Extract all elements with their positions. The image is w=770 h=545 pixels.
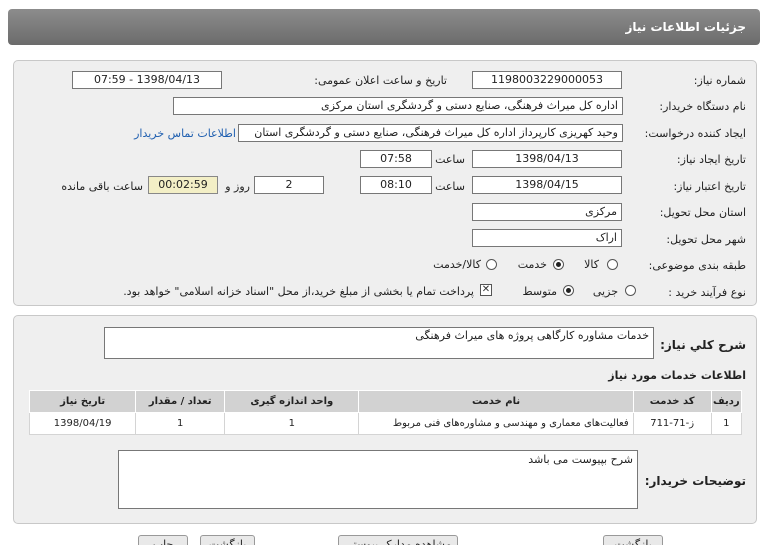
buyer-field: اداره کل میراث فرهنگی، صنایع دستی و گردش…	[173, 97, 623, 115]
summary-label: شرح کلي نیاز:	[660, 338, 746, 352]
process-option-medium: متوسط	[522, 285, 557, 298]
cell-service-name: فعالیت‌های معماری و مهندسی و مشاوره‌های …	[358, 412, 634, 435]
header-row-num: ردیف	[710, 390, 743, 413]
process-radio-medium[interactable]	[563, 285, 574, 296]
create-time-label: ساعت	[435, 153, 465, 166]
remaining-time-field: 00:02:59	[148, 176, 218, 194]
buyer-notes-field: شرح بپیوست می باشد	[118, 450, 638, 509]
province-label: استان محل تحویل:	[659, 206, 746, 219]
cell-quantity: 1	[135, 412, 226, 435]
province-field: مرکزی	[472, 203, 622, 221]
header-need-date: تاریخ نیاز	[28, 390, 137, 413]
services-table: ردیف کد خدمت نام خدمت واحد اندازه گیری ت…	[28, 390, 743, 435]
need-number-label: شماره نیاز:	[693, 74, 746, 87]
services-section-title: اطلاعات خدمات مورد نیاز	[608, 369, 746, 382]
days-label: روز و	[225, 180, 250, 193]
page-title-bar: جزئیات اطلاعات نیاز	[8, 9, 760, 45]
process-option-minor: جزیی	[592, 285, 618, 298]
category-option-goods-service: کالا/خدمت	[433, 258, 481, 271]
buyer-notes-label: توضیحات خریدار:	[644, 474, 746, 488]
buyer-label: نام دستگاه خریدار:	[659, 100, 746, 113]
requester-field: وحید کهریزی کارپرداز اداره کل میراث فرهن…	[238, 124, 623, 142]
cell-service-code: ز-71-711	[632, 412, 712, 435]
city-field: اراک	[472, 229, 622, 247]
need-number-field: 1198003229000053	[472, 71, 622, 89]
back-button[interactable]: بازگشت	[603, 535, 663, 545]
summary-field: خدمات مشاوره کارگاهی پروژه های میراث فره…	[104, 327, 654, 359]
create-time-field: 07:58	[360, 150, 432, 168]
category-radio-goods[interactable]	[607, 259, 618, 270]
header-service-name: نام خدمت	[358, 390, 634, 413]
services-header-row: ردیف کد خدمت نام خدمت واحد اندازه گیری ت…	[28, 390, 743, 413]
payment-note: پرداخت تمام یا بخشی از مبلغ خرید،از محل …	[123, 285, 474, 298]
contact-buyer-link[interactable]: اطلاعات تماس خریدار	[134, 127, 236, 140]
category-option-service: خدمت	[517, 258, 547, 271]
remaining-days-field: 2	[254, 176, 324, 194]
view-attachments-button[interactable]: مشاهده مدارک پیوستی (1)	[338, 535, 458, 545]
category-option-goods: کالا	[584, 258, 599, 271]
cell-need-date: 1398/04/19	[28, 412, 137, 435]
announce-label: تاریخ و ساعت اعلان عمومی:	[314, 74, 447, 87]
process-radio-minor[interactable]	[625, 285, 636, 296]
return-button[interactable]: بازگشت	[200, 535, 255, 545]
validity-label: تاریخ اعتبار نیاز:	[673, 180, 746, 193]
print-button[interactable]: چاپ	[138, 535, 188, 545]
remaining-label: ساعت باقی مانده	[61, 180, 143, 193]
validity-date-field: 1398/04/15	[472, 176, 622, 194]
create-date-field: 1398/04/13	[472, 150, 622, 168]
category-radio-service[interactable]	[553, 259, 564, 270]
cell-unit: 1	[224, 412, 360, 435]
category-radio-goods-service[interactable]	[486, 259, 497, 270]
header-service-code: کد خدمت	[632, 390, 712, 413]
city-label: شهر محل تحویل:	[666, 233, 746, 246]
table-row: 1 ز-71-711 فعالیت‌های معماری و مهندسی و …	[28, 412, 743, 435]
validity-time-field: 08:10	[360, 176, 432, 194]
header-quantity: تعداد / مقدار	[135, 390, 226, 413]
category-label: طبقه بندی موضوعی:	[648, 259, 746, 272]
requester-label: ایجاد کننده درخواست:	[644, 127, 746, 140]
header-unit: واحد اندازه گیری	[224, 390, 360, 413]
cell-row-num: 1	[710, 412, 743, 435]
page-title: جزئیات اطلاعات نیاز	[625, 20, 746, 34]
treasury-checkbox[interactable]: ✕	[480, 284, 492, 296]
create-date-label: تاریخ ایجاد نیاز:	[676, 153, 746, 166]
announce-field: 1398/04/13 - 07:59	[72, 71, 222, 89]
process-label: نوع فرآیند خرید :	[668, 286, 746, 299]
validity-time-label: ساعت	[435, 180, 465, 193]
